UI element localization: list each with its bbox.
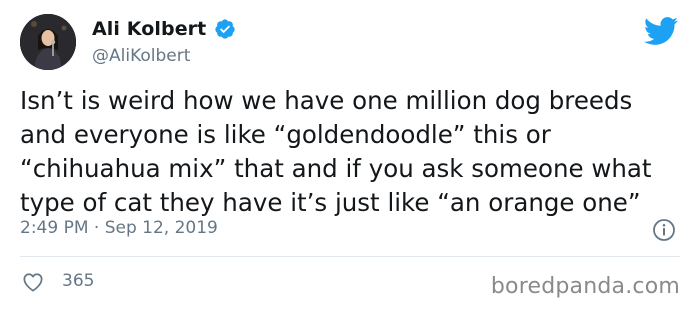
author-name-row: Ali Kolbert (92, 18, 236, 40)
author-handle[interactable]: @AliKolbert (92, 46, 190, 66)
heart-icon[interactable] (22, 272, 44, 292)
like-count: 365 (62, 271, 95, 291)
avatar[interactable] (20, 14, 76, 70)
avatar-image (20, 14, 76, 70)
tweet-text: Isn’t is weird how we have one million d… (20, 86, 652, 217)
tweet-card: Ali Kolbert @AliKolbert Isn’t is weird h… (0, 0, 700, 311)
tweet-timestamp[interactable]: 2:49 PM · Sep 12, 2019 (20, 218, 218, 238)
verified-badge-icon (214, 18, 236, 40)
info-icon[interactable] (652, 218, 676, 242)
watermark: boredpanda.com (490, 274, 680, 299)
divider (20, 256, 680, 257)
author-display-name[interactable]: Ali Kolbert (92, 18, 206, 40)
twitter-bird-icon[interactable] (644, 16, 679, 46)
